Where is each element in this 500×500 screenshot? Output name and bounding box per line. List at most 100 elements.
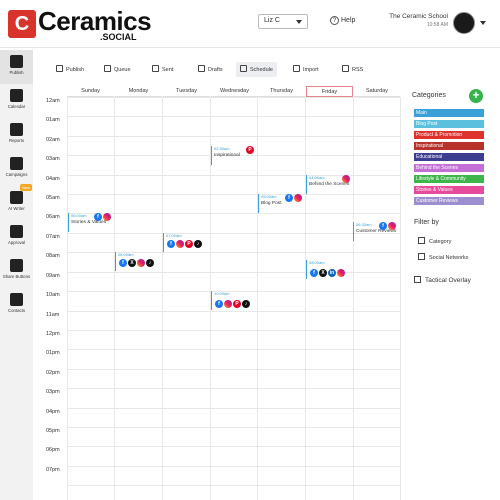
- category-blog-post[interactable]: Blog Post: [414, 120, 484, 128]
- category-main[interactable]: Main: [414, 109, 484, 117]
- tactical-overlay-checkbox[interactable]: [414, 276, 421, 283]
- day-header-wednesday: Wednesday: [211, 86, 258, 97]
- tiktok-icon: ♪: [242, 300, 250, 308]
- logo-mark: C: [8, 10, 36, 38]
- hour-line: [67, 466, 400, 467]
- category-inspirational[interactable]: Inspirational: [414, 142, 484, 150]
- tab-label: Queue: [114, 67, 131, 73]
- social-networks-checkbox[interactable]: [418, 253, 425, 260]
- facebook-icon: f: [94, 213, 102, 221]
- sidebar-item-contacts[interactable]: Contacts: [0, 288, 33, 322]
- tab-queue[interactable]: Queue: [100, 62, 135, 77]
- post-networks: f: [94, 213, 112, 221]
- filter-label: Category: [429, 239, 452, 245]
- help-link[interactable]: ? Help: [330, 16, 355, 25]
- column-divider: [353, 97, 354, 500]
- hour-line: [67, 233, 400, 234]
- linkedin-icon: in: [328, 269, 336, 277]
- column-divider: [162, 97, 163, 500]
- instagram-icon: [176, 240, 184, 248]
- sidebar-item-reports[interactable]: Reports: [0, 118, 33, 152]
- scheduled-post[interactable]: 07:00am f P ♪: [163, 233, 209, 252]
- hour-label: 09am: [46, 273, 60, 279]
- instagram-icon: [337, 269, 345, 277]
- category-checkbox[interactable]: [418, 237, 425, 244]
- tab-label: RSS: [352, 67, 364, 73]
- chevron-down-icon: [296, 20, 302, 24]
- user-dropdown[interactable]: Liz C: [258, 14, 308, 29]
- category-customer-reviews[interactable]: Customer Reviews: [414, 197, 484, 205]
- hour-label: 05pm: [46, 428, 60, 434]
- sidebar-item-approval[interactable]: Approval: [0, 220, 33, 254]
- sidebar-item-calendar[interactable]: Calendar: [0, 84, 33, 118]
- ceramics-social-logo[interactable]: C Ceramics .SOCIAL: [8, 6, 152, 42]
- account-info[interactable]: The Ceramic School 10:58 AM: [380, 13, 448, 28]
- category-product-promotion[interactable]: Product & Promotion: [414, 131, 484, 139]
- chevron-down-icon[interactable]: [480, 21, 486, 25]
- scheduled-post[interactable]: 08:00am f Xin: [306, 260, 352, 279]
- hour-label: 10am: [46, 292, 60, 298]
- post-networks: f P ♪: [167, 240, 203, 248]
- avatar[interactable]: [453, 12, 475, 34]
- filter-category[interactable]: Category: [418, 237, 451, 245]
- facebook-icon: f: [379, 222, 387, 230]
- week-calendar: Sunday Monday Tuesday Wednesday Thursday…: [46, 86, 401, 500]
- user-name: Liz C: [264, 17, 280, 24]
- day-header-monday: Monday: [115, 86, 162, 97]
- tactical-overlay-toggle[interactable]: Tactical Overlay: [414, 276, 471, 284]
- day-header-sunday: Sunday: [67, 86, 114, 97]
- hour-label: 01pm: [46, 350, 60, 356]
- column-divider: [305, 97, 306, 500]
- sidebar-item-ai-writer[interactable]: New AI Writer: [0, 184, 33, 220]
- x-icon: X: [128, 259, 136, 267]
- tab-drafts[interactable]: Drafts: [194, 62, 227, 77]
- share-icon: [10, 259, 23, 272]
- category-stories-values[interactable]: Stories & Values: [414, 186, 484, 194]
- scheduled-post[interactable]: 10:00am f P ♪: [211, 291, 257, 310]
- day-header-thursday: Thursday: [258, 86, 305, 97]
- trophy-icon: [10, 157, 23, 170]
- column-divider: [114, 97, 115, 500]
- calendar-icon: [10, 89, 23, 102]
- tab-label: Schedule: [250, 67, 273, 73]
- instagram-icon: [224, 300, 232, 308]
- tab-schedule[interactable]: Schedule: [236, 62, 277, 77]
- hour-label: 01am: [46, 117, 60, 123]
- hour-label: 11am: [46, 312, 60, 318]
- category-lifestyle-community[interactable]: Lifestyle & Community: [414, 175, 484, 183]
- scheduled-post[interactable]: 08:00am f X ♪: [115, 252, 161, 271]
- paper-plane-icon: [56, 65, 63, 72]
- filter-social-networks[interactable]: Social Networks: [418, 253, 468, 261]
- sidebar-item-share-buttons[interactable]: Share Buttons: [0, 254, 33, 288]
- sidebar-item-label: Calendar: [7, 104, 26, 109]
- calendar-icon: [240, 65, 247, 72]
- category-behind-the-scenes[interactable]: Behind the Scenes: [414, 164, 484, 172]
- x-icon: X: [319, 269, 327, 277]
- tab-import[interactable]: Import: [289, 62, 323, 77]
- post-networks: P: [246, 146, 255, 154]
- sidebar-item-publish[interactable]: Publish: [0, 50, 33, 84]
- filter-by-title: Filter by: [414, 219, 439, 226]
- sidebar-item-campaigns[interactable]: Campaigns: [0, 152, 33, 186]
- sidebar: Publish Calendar Reports Campaigns New A…: [0, 50, 33, 500]
- add-category-button[interactable]: +: [469, 89, 483, 103]
- hour-line: [67, 369, 400, 370]
- school-name: The Ceramic School: [389, 13, 448, 20]
- post-networks: f X ♪: [119, 259, 155, 267]
- hour-line: [67, 311, 400, 312]
- help-label: Help: [341, 17, 356, 24]
- day-header-saturday: Saturday: [354, 86, 400, 97]
- hour-label: 08am: [46, 253, 60, 259]
- post-networks: f: [285, 194, 303, 202]
- tab-sent[interactable]: Sent: [148, 62, 177, 77]
- tab-publish[interactable]: Publish: [52, 62, 88, 77]
- hour-line: [67, 213, 400, 214]
- tab-rss[interactable]: RSS: [338, 62, 367, 77]
- column-divider: [257, 97, 258, 500]
- category-educational[interactable]: Educational: [414, 153, 484, 161]
- tiktok-icon: ♪: [194, 240, 202, 248]
- instagram-icon: [294, 194, 302, 202]
- hour-line: [67, 97, 400, 98]
- day-header-tuesday: Tuesday: [163, 86, 210, 97]
- post-time: 10:00am: [214, 291, 230, 296]
